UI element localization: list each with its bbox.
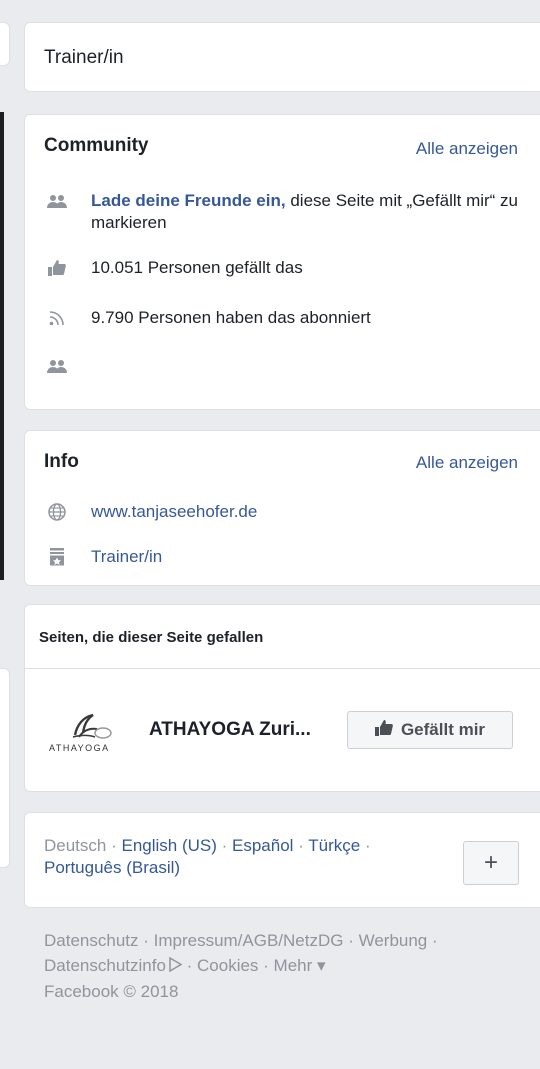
globe-icon: [44, 501, 70, 523]
friends-row: [44, 355, 520, 377]
separator: ·: [216, 836, 233, 855]
chevron-down-icon[interactable]: ▾: [317, 956, 326, 975]
rss-icon: [44, 307, 70, 329]
footer-link-imprint[interactable]: Impressum/AGB/NetzDG: [154, 931, 344, 950]
language-portuguese[interactable]: Português (Brasil): [44, 858, 180, 877]
info-see-all-link[interactable]: Alle anzeigen: [416, 453, 518, 473]
footer-links: Datenschutz · Impressum/AGB/NetzDG · Wer…: [44, 928, 534, 1004]
invite-row: Lade deine Freunde ein, diese Seite mit …: [44, 190, 520, 234]
category-link[interactable]: Trainer/in: [91, 546, 520, 568]
language-turkish[interactable]: Türkçe: [308, 836, 360, 855]
left-card-fragment: [0, 668, 10, 868]
footer-link-privacy[interactable]: Datenschutz: [44, 931, 139, 950]
likes-count: 10.051 Personen gefällt das: [91, 258, 303, 277]
invite-friends-link[interactable]: Lade deine Freunde ein,: [91, 191, 286, 210]
community-see-all-link[interactable]: Alle anzeigen: [416, 139, 518, 159]
website-row: www.tanjaseehofer.de: [44, 501, 520, 523]
language-card: Deutsch · English (US) · Español · Türkç…: [24, 812, 540, 908]
separator: ·: [106, 836, 122, 855]
friends-icon: [44, 355, 70, 377]
followers-count: 9.790 Personen haben das abonniert: [91, 308, 371, 327]
liked-page-name-link[interactable]: ATHAYOGA Zuri...: [149, 719, 311, 741]
liked-pages-card: Seiten, die dieser Seite gefallen ATHAYO…: [24, 604, 540, 792]
separator: ·: [293, 836, 309, 855]
divider: [25, 668, 540, 669]
category-row: Trainer/in: [44, 546, 520, 568]
footer-link-adchoices[interactable]: Datenschutzinfo: [44, 956, 166, 975]
language-list: Deutsch · English (US) · Español · Türkç…: [44, 835, 444, 879]
adchoices-icon: [168, 954, 183, 979]
copyright: Facebook © 2018: [44, 982, 179, 1002]
friends-icon: [44, 190, 70, 212]
category-tag-icon: [44, 546, 70, 568]
logo-text: ATHAYOGA: [49, 743, 110, 753]
separator: ·: [360, 836, 371, 855]
language-spanish[interactable]: Español: [232, 836, 293, 855]
left-card-fragment: [0, 22, 10, 66]
footer-link-cookies[interactable]: Cookies: [197, 956, 258, 975]
info-heading: Info: [44, 451, 79, 472]
current-language: Deutsch: [44, 836, 107, 855]
invite-text: Lade deine Freunde ein, diese Seite mit …: [91, 190, 520, 234]
language-english[interactable]: English (US): [121, 836, 216, 855]
community-card: Community Alle anzeigen Lade deine Freun…: [24, 114, 540, 410]
website-link[interactable]: www.tanjaseehofer.de: [91, 501, 520, 523]
separator: ·: [138, 931, 154, 950]
athayoga-logo[interactable]: ATHAYOGA: [45, 697, 133, 759]
thumbs-up-icon: [374, 719, 393, 741]
thumbs-up-icon: [44, 257, 70, 279]
info-card: Info Alle anzeigen www.tanjaseehofer.de …: [24, 430, 540, 586]
category-text: Trainer/in: [44, 47, 124, 68]
likes-row: 10.051 Personen gefällt das: [44, 257, 520, 279]
footer-link-ads[interactable]: Werbung: [359, 931, 428, 950]
community-heading: Community: [44, 135, 149, 156]
footer-link-more[interactable]: Mehr: [274, 956, 313, 975]
separator: ·: [427, 931, 438, 950]
more-languages-button[interactable]: +: [463, 841, 519, 885]
like-page-button[interactable]: Gefällt mir: [347, 711, 513, 749]
like-button-label: Gefällt mir: [400, 720, 486, 739]
separator: ·: [181, 956, 198, 975]
separator: ·: [343, 931, 359, 950]
followers-row: 9.790 Personen haben das abonniert: [44, 307, 520, 329]
liked-pages-heading: Seiten, die dieser Seite gefallen: [39, 629, 264, 646]
separator: ·: [258, 956, 274, 975]
category-card: Trainer/in: [24, 22, 540, 92]
left-photo-fragment: [0, 112, 4, 580]
